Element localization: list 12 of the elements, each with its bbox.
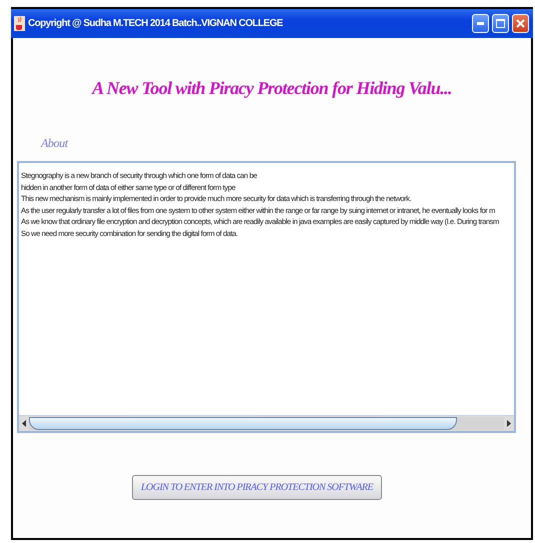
minimize-button[interactable] (472, 14, 489, 33)
close-icon (516, 19, 525, 28)
close-button[interactable] (512, 14, 529, 33)
maximize-icon (496, 19, 505, 28)
java-cup-icon (14, 16, 25, 31)
app-heading: A New Tool with Piracy Protection for Hiding Valu... (90, 78, 453, 99)
text-area[interactable] (17, 161, 516, 433)
about-link[interactable]: About (41, 136, 68, 151)
minimize-icon (477, 22, 484, 25)
window-title: Copyright @ Sudha M.TECH 2014 Batch..VIGNAN COLLEGE (28, 18, 284, 29)
maximize-button[interactable] (492, 14, 509, 33)
login-button[interactable]: LOGIN TO ENTER INTO PIRACY PROTECTION SOFTWARE (132, 475, 382, 500)
